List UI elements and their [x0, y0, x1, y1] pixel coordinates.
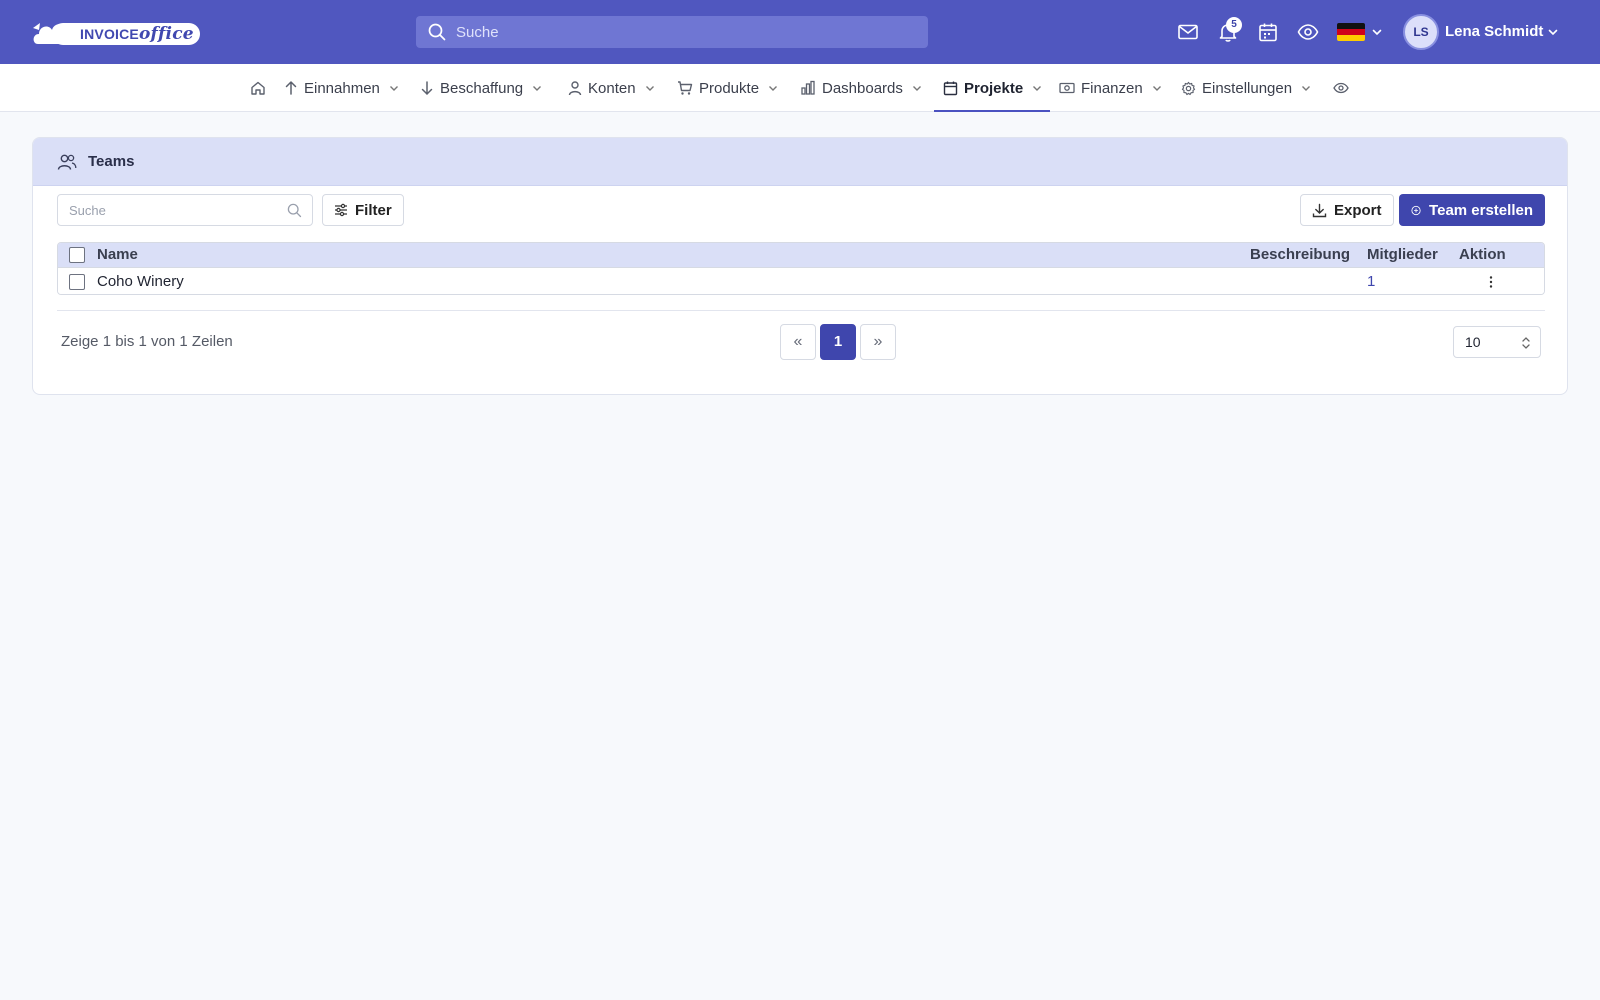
- pagination-prev-button[interactable]: «: [780, 324, 816, 360]
- gear-icon: [1181, 81, 1196, 95]
- chevron-down-icon: [533, 86, 542, 91]
- nav-label-konten: Konten: [588, 79, 636, 97]
- nav-produkte[interactable]: Produkte: [677, 64, 778, 112]
- nav-projekte[interactable]: Projekte: [943, 64, 1042, 112]
- logo-suffix: office: [138, 24, 194, 44]
- nav-visibility-toggle[interactable]: [1333, 64, 1349, 112]
- home-icon: [251, 81, 265, 95]
- chevron-down-icon: [1302, 86, 1311, 91]
- german-flag-icon[interactable]: [1337, 23, 1365, 41]
- pagination-next-button[interactable]: »: [860, 324, 896, 360]
- pagination-info: Zeige 1 bis 1 von 1 Zeilen: [61, 333, 233, 350]
- nav-dashboards[interactable]: Dashboards: [800, 64, 922, 112]
- pagination-page-1[interactable]: 1: [820, 324, 856, 360]
- column-header-name[interactable]: Name: [97, 243, 138, 267]
- cloud-logo-icon: [33, 23, 75, 44]
- chevron-down-icon: [1548, 29, 1558, 36]
- export-button[interactable]: Export: [1300, 194, 1394, 226]
- create-team-button-label: Team erstellen: [1429, 201, 1533, 219]
- nav-einstellungen[interactable]: Einstellungen: [1181, 64, 1311, 112]
- column-header-aktion: Aktion: [1459, 246, 1506, 263]
- nav-konten[interactable]: Konten: [568, 64, 655, 112]
- nav-finanzen[interactable]: Finanzen: [1059, 64, 1162, 112]
- filter-button[interactable]: Filter: [322, 194, 404, 226]
- nav-label-dashboards: Dashboards: [822, 79, 903, 97]
- calendar-icon[interactable]: [1257, 21, 1279, 43]
- users-icon: [57, 154, 77, 170]
- table-header-row: Name Beschreibung Mitglieder Aktion: [58, 243, 1544, 267]
- notification-count-badge: 5: [1226, 17, 1242, 33]
- eye-icon: [1333, 82, 1349, 94]
- page-size-value: 10: [1465, 334, 1481, 350]
- search-icon: [428, 23, 446, 41]
- nav-einnahmen[interactable]: Einnahmen: [284, 64, 399, 112]
- mail-icon[interactable]: [1177, 21, 1199, 43]
- arrow-down-icon: [421, 81, 433, 96]
- select-all-checkbox[interactable]: [69, 247, 85, 263]
- global-search[interactable]: [416, 16, 928, 48]
- page-size-select[interactable]: 10: [1453, 326, 1541, 358]
- cart-icon: [678, 81, 693, 95]
- nav-label-produkte: Produkte: [699, 79, 760, 97]
- logo-text: INVOICE: [80, 26, 139, 42]
- table-search[interactable]: [57, 194, 313, 226]
- user-name: Lena Schmidt: [1445, 23, 1544, 40]
- nav-label-beschaffung: Beschaffung: [440, 79, 524, 97]
- teams-card: Teams Filter Export Team erstellen: [32, 137, 1568, 395]
- chevron-down-icon: [769, 86, 778, 91]
- search-icon: [287, 203, 302, 218]
- card-title: Teams: [88, 153, 135, 170]
- more-vertical-icon[interactable]: [1489, 275, 1493, 289]
- nav-beschaffung[interactable]: Beschaffung: [420, 64, 542, 112]
- top-bar: INVOICEoffice 5 LS: [0, 0, 1600, 64]
- eye-icon[interactable]: [1297, 21, 1319, 43]
- main-navigation: Einnahmen Beschaffung Konten Produkte Da…: [0, 64, 1600, 112]
- person-icon: [568, 81, 582, 96]
- download-icon: [1312, 203, 1327, 217]
- invoice-office-logo[interactable]: INVOICEoffice: [30, 14, 200, 50]
- export-button-label: Export: [1334, 201, 1382, 219]
- arrow-up-icon: [285, 80, 297, 95]
- divider: [57, 310, 1545, 311]
- sliders-icon: [335, 203, 347, 217]
- filter-button-label: Filter: [355, 201, 392, 219]
- select-updown-icon: [1522, 337, 1530, 349]
- table-row[interactable]: Coho Winery 1: [58, 267, 1544, 294]
- chevron-down-icon: [1033, 86, 1042, 91]
- avatar: LS: [1403, 14, 1439, 50]
- bar-chart-icon: [801, 80, 815, 95]
- nav-label-einnahmen: Einnahmen: [304, 79, 380, 97]
- nav-label-projekte: Projekte: [964, 79, 1024, 97]
- chevron-down-icon: [389, 86, 398, 91]
- nav-home[interactable]: [250, 64, 266, 112]
- team-name-cell: Coho Winery: [97, 273, 184, 290]
- nav-label-finanzen: Finanzen: [1081, 79, 1143, 97]
- chevron-down-icon: [1152, 86, 1161, 91]
- create-team-button[interactable]: Team erstellen: [1399, 194, 1545, 226]
- global-search-input[interactable]: [456, 16, 916, 48]
- calendar-icon: [943, 81, 958, 96]
- active-tab-indicator: [934, 110, 1050, 112]
- money-icon: [1059, 82, 1075, 94]
- card-header: Teams: [33, 138, 1567, 186]
- chevron-down-icon: [645, 86, 654, 91]
- nav-label-einstellungen: Einstellungen: [1202, 79, 1293, 97]
- chevron-down-icon: [912, 86, 921, 91]
- row-checkbox[interactable]: [69, 274, 85, 290]
- column-header-beschreibung[interactable]: Beschreibung: [1250, 243, 1350, 267]
- team-members-link[interactable]: 1: [1367, 268, 1375, 294]
- plus-circle-icon: [1411, 205, 1421, 215]
- column-header-mitglieder[interactable]: Mitglieder: [1367, 243, 1438, 267]
- language-chevron-down-icon[interactable]: [1371, 26, 1383, 38]
- teams-table: Name Beschreibung Mitglieder Aktion Coho…: [57, 242, 1545, 295]
- table-search-input[interactable]: [69, 195, 279, 225]
